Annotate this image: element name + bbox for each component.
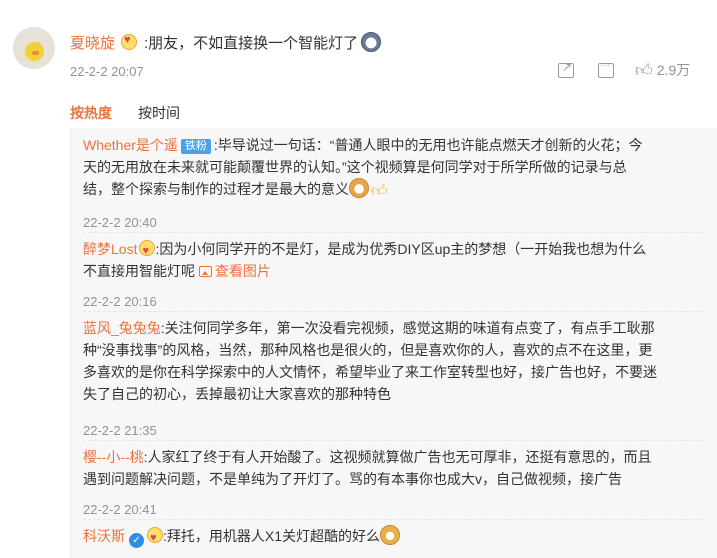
divider	[83, 519, 703, 520]
fan-badge-icon	[139, 240, 156, 262]
reply-text-line: 多喜欢的是你在科学探索中的人文情怀，希望毕业了来工作室转型也好，接广告也好，不要…	[83, 364, 657, 380]
comment-icon	[598, 60, 614, 78]
reply-item: 醉梦Lost :因为小何同学开的不是灯，是成为优秀DIY区up主的梦想（一开始我也…	[83, 238, 703, 282]
reply-text-line: 结，整个探索与制作的过程才是最大的意义	[83, 181, 349, 197]
reply-username[interactable]: 蓝风_兔兔兔	[83, 320, 161, 336]
reply-item: 蓝风_兔兔兔:关注何同学多年，第一次没看完视频，感觉这期的味道有点变了，有点手工…	[83, 317, 703, 405]
husky-emoji-icon	[361, 32, 382, 52]
reply-time: 22-2-2 20:41	[83, 502, 157, 517]
thumbs-up-emoji-icon: 👍︎	[371, 183, 388, 200]
fan-badge-icon	[147, 527, 163, 549]
fan-tag: 铁粉	[180, 139, 211, 154]
main-comment-text: :朋友，不如直接换一个智能灯了	[144, 35, 359, 52]
reply-text-line: 种“没事找事”的风格，当然，那种风格也是很火的，但是喜欢你的人，喜欢的点不在这里…	[83, 342, 653, 358]
view-image-label: 查看图片	[214, 263, 271, 279]
reply-text-line: 不直接用智能灯呢	[83, 263, 195, 279]
main-username-wrap: 夏晓旋	[70, 32, 138, 53]
like-icon: 👍︎	[635, 60, 653, 80]
reply-text-line: :人家红了终于有人开始酸了。这视频就算做广告也无可厚非，还挺有意思的，而且	[143, 449, 652, 465]
reply-time: 22-2-2 21:35	[83, 423, 157, 438]
fan-badge-icon	[121, 34, 138, 50]
sort-tabs: 按热度 按时间	[70, 103, 180, 123]
view-image-link[interactable]: 查看图片	[198, 263, 271, 279]
reply-text-line: 遇到问题解决问题，不是单纯为了开灯了。骂的有本事你也成大v，自己做视频，接广告	[83, 471, 622, 487]
reply-text-line: :关注何同学多年，第一次没看完视频，感觉这期的味道有点变了，有点手工耿那	[160, 320, 655, 336]
tab-time[interactable]: 按时间	[138, 103, 180, 123]
avatar[interactable]	[13, 27, 55, 69]
reply-time: 22-2-2 20:40	[83, 215, 157, 230]
like-count: 2.9万	[656, 62, 691, 78]
reply-button[interactable]	[595, 59, 617, 81]
verified-icon: ✓	[129, 533, 144, 548]
reply-item: 樱--小--桃:人家红了终于有人开始酸了。这视频就算做广告也无可厚非，还挺有意思…	[83, 446, 703, 490]
reply-username[interactable]: Whether是个遥	[83, 137, 178, 153]
divider	[83, 311, 703, 312]
divider	[83, 232, 703, 233]
reply-list: Whether是个遥 铁粉:毕导说过一句话：“普通人眼中的无用也许能点燃天才创新的…	[70, 128, 717, 558]
reply-text-line: 失了自己的初心，丢掉最初让大家喜欢的那种特色	[83, 386, 391, 402]
share-icon	[558, 60, 574, 78]
main-comment: 夏晓旋 :朋友，不如直接换一个智能灯了 22-2-2 20:07 👍︎ 2.9万	[0, 0, 717, 95]
reply-text-line: :毕导说过一句话：“普通人眼中的无用也许能点燃天才创新的火花；今	[213, 137, 643, 153]
reply-username[interactable]: 醉梦Lost	[83, 241, 137, 257]
main-comment-text-wrap: :朋友，不如直接换一个智能灯了	[144, 32, 382, 53]
image-icon	[198, 266, 212, 277]
cat-emoji-icon	[349, 178, 369, 198]
divider	[83, 440, 703, 441]
doge-emoji-icon	[380, 525, 401, 545]
main-comment-time: 22-2-2 20:07	[70, 64, 144, 79]
reply-text-line: :因为小何同学开的不是灯，是成为优秀DIY区up主的梦想（一开始我也想为什么	[155, 241, 647, 257]
like-button[interactable]: 👍︎ 2.9万	[635, 59, 690, 81]
share-button[interactable]	[555, 59, 577, 81]
reply-username[interactable]: 樱--小--桃	[83, 449, 144, 465]
reply-item: Whether是个遥 铁粉:毕导说过一句话：“普通人眼中的无用也许能点燃天才创新的…	[83, 134, 703, 203]
comment-actions: 👍︎ 2.9万	[555, 59, 690, 81]
reply-text-line: 天的无用放在未来就可能颠覆世界的认知。”这个视频算是何同学对于所学所做的记录与总	[83, 159, 627, 175]
main-username[interactable]: 夏晓旋	[70, 35, 115, 52]
reply-text-line: :拜托，用机器人X1关灯超酷的好么	[163, 528, 381, 544]
tab-hot[interactable]: 按热度	[70, 103, 112, 123]
reply-item: 科沃斯 ✓ :拜托，用机器人X1关灯超酷的好么	[83, 525, 703, 549]
reply-time: 22-2-2 20:16	[83, 294, 157, 309]
avatar-bill	[32, 51, 39, 55]
reply-username[interactable]: 科沃斯	[83, 528, 125, 544]
